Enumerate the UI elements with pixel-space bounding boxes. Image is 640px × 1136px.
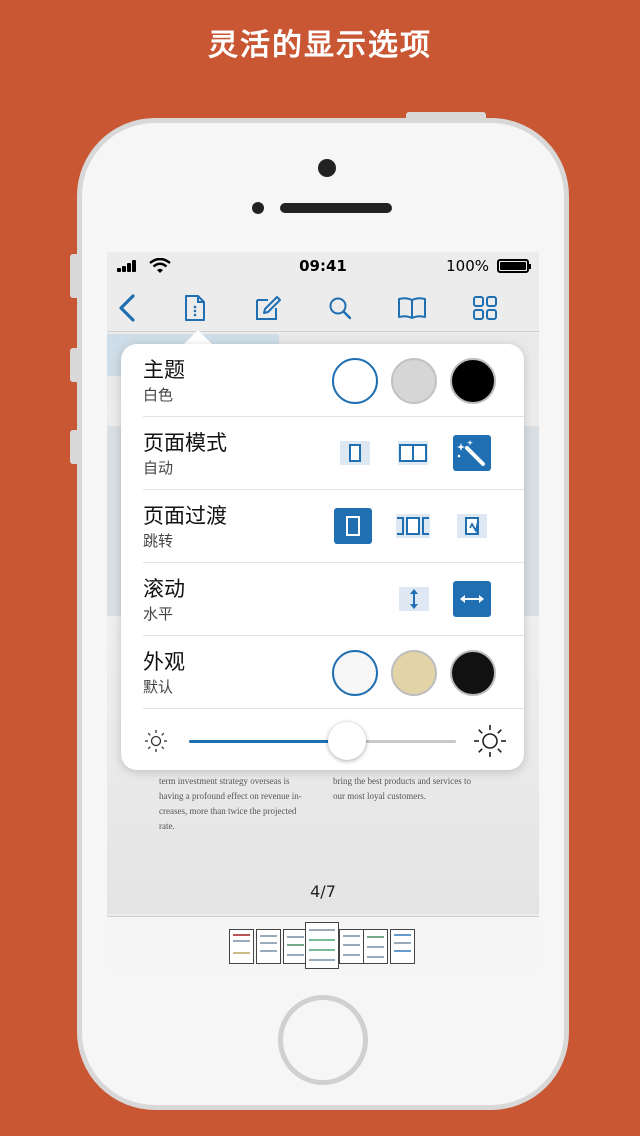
home-button[interactable] <box>278 995 368 1085</box>
two-page-icon <box>398 441 428 465</box>
scroll-value: 水平 <box>143 605 174 623</box>
appearance-value: 默认 <box>143 678 174 696</box>
screen: 09:41 100% term investment strategy over… <box>107 252 539 970</box>
thumbnail-strip <box>107 916 539 970</box>
page-settings-button[interactable] <box>177 290 213 326</box>
bookmarks-button[interactable] <box>394 290 430 326</box>
popover-arrow <box>184 330 212 344</box>
single-page-option[interactable] <box>335 433 375 473</box>
brightness-row <box>121 710 524 770</box>
back-chevron-icon <box>119 294 135 322</box>
jump-transition-icon <box>334 508 372 544</box>
theme-value: 白色 <box>143 386 174 404</box>
grid-icon <box>473 296 497 320</box>
auto-page-option[interactable] <box>452 433 492 473</box>
brightness-low-icon <box>145 730 167 752</box>
page-mode-row: 页面模式 自动 <box>143 417 524 490</box>
book-icon <box>398 297 426 319</box>
document-column-left: term investment strategy overseas is hav… <box>159 776 302 831</box>
back-button[interactable] <box>109 290 145 326</box>
appearance-row: 外观 默认 <box>143 636 524 709</box>
front-camera <box>318 159 336 177</box>
theme-title: 主题 <box>143 358 185 382</box>
theme-white-option[interactable] <box>332 358 378 404</box>
appearance-title: 外观 <box>143 650 185 674</box>
horizontal-scroll-icon <box>453 581 491 617</box>
theme-row: 主题 白色 <box>143 344 524 417</box>
status-bar: 09:41 100% <box>107 252 539 282</box>
slide-transition-icon <box>396 514 430 538</box>
vertical-scroll-option[interactable] <box>394 579 434 619</box>
document-column-right: bring the best products and services to … <box>333 776 471 801</box>
single-page-icon <box>340 441 370 465</box>
brightness-high-icon <box>474 725 506 757</box>
appearance-default-option[interactable] <box>332 650 378 696</box>
curl-transition-option[interactable] <box>452 506 492 546</box>
page-thumbnail[interactable] <box>256 929 281 964</box>
search-icon <box>329 297 352 320</box>
page-mode-title: 页面模式 <box>143 431 227 455</box>
horizontal-scroll-option[interactable] <box>452 579 492 619</box>
toolbar <box>107 284 539 332</box>
page-indicator: 4/7 <box>310 882 336 901</box>
battery-percentage: 100% <box>446 257 489 275</box>
two-page-option[interactable] <box>393 433 433 473</box>
page-settings-icon <box>185 295 205 321</box>
brightness-slider-knob[interactable] <box>327 722 366 760</box>
headline: 灵活的显示选项 <box>208 28 432 63</box>
jump-transition-option[interactable] <box>333 506 373 546</box>
battery-icon <box>497 259 531 273</box>
thumbnails-button[interactable] <box>467 290 503 326</box>
page-thumbnail[interactable] <box>363 929 388 964</box>
curl-transition-icon <box>457 514 487 538</box>
page-transition-title: 页面过渡 <box>143 504 227 528</box>
edit-icon <box>256 296 281 320</box>
brightness-slider-fill <box>189 740 347 743</box>
theme-gray-option[interactable] <box>391 358 437 404</box>
scroll-row: 滚动 水平 <box>143 563 524 636</box>
slide-transition-option[interactable] <box>393 506 433 546</box>
search-button[interactable] <box>322 290 358 326</box>
edit-button[interactable] <box>250 290 286 326</box>
page-transition-row: 页面过渡 跳转 <box>143 490 524 563</box>
page-thumbnail-current[interactable] <box>305 922 339 969</box>
page-thumbnail[interactable] <box>339 929 364 964</box>
brightness-slider[interactable] <box>189 722 456 760</box>
scroll-title: 滚动 <box>143 577 185 601</box>
earpiece-speaker <box>280 203 392 213</box>
proximity-sensor <box>252 202 264 214</box>
page-mode-value: 自动 <box>143 459 174 477</box>
appearance-dark-option[interactable] <box>450 650 496 696</box>
auto-magic-icon <box>453 435 491 471</box>
appearance-sepia-option[interactable] <box>391 650 437 696</box>
page-transition-value: 跳转 <box>143 532 174 550</box>
theme-black-option[interactable] <box>450 358 496 404</box>
display-options-popover: 主题 白色 页面模式 自动 页面过渡 跳转 滚动 水平 外观 默认 <box>121 344 524 770</box>
page-thumbnail[interactable] <box>390 929 415 964</box>
vertical-scroll-icon <box>399 587 429 611</box>
page-thumbnail[interactable] <box>229 929 254 964</box>
